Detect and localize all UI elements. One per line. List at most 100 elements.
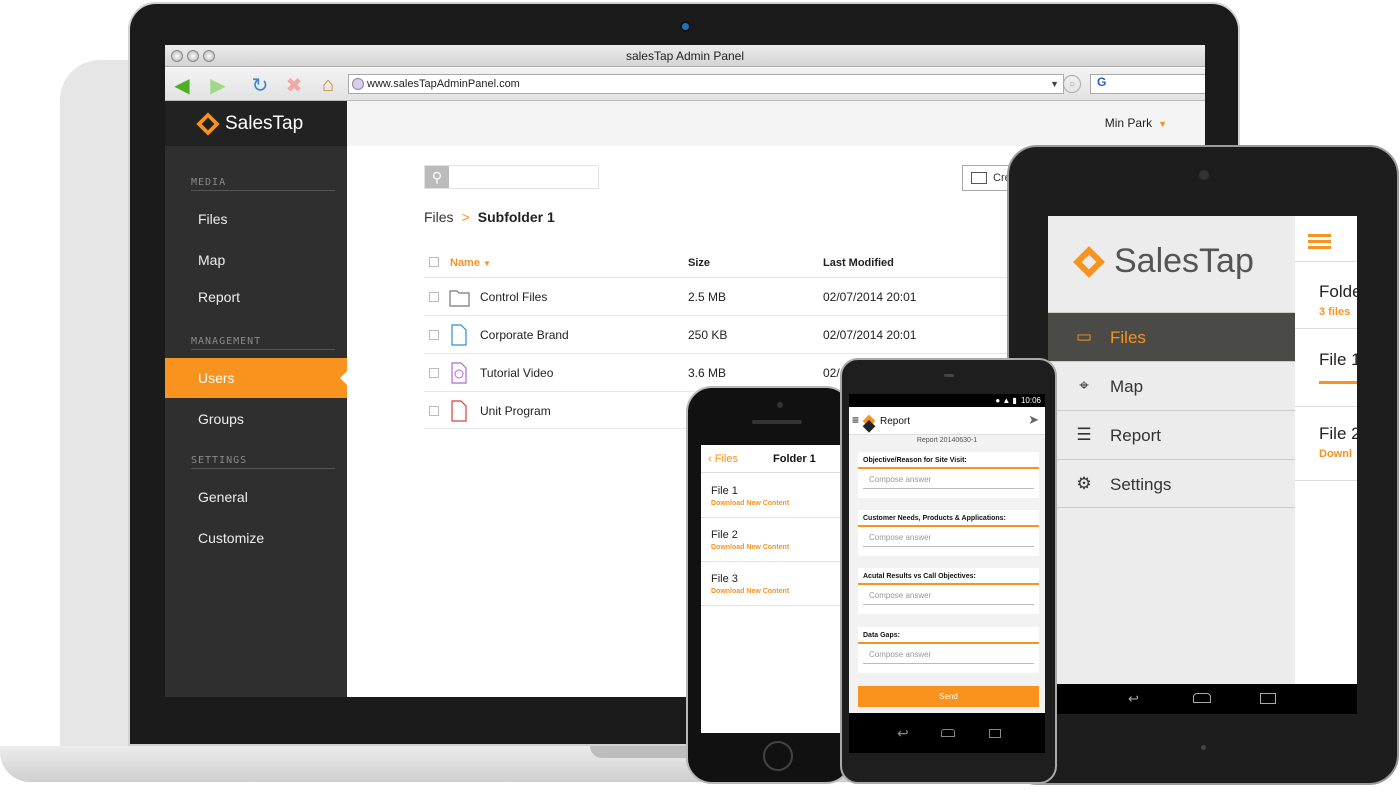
salestap-logo-icon [862,414,876,428]
tablet-item-title[interactable]: File 2 [1319,424,1357,444]
table-row[interactable]: Control Files 2.5 MB 02/07/2014 20:01 [424,277,1044,315]
search-input[interactable]: ⚲ [424,165,599,189]
hamburger-menu-icon[interactable]: ≡ [852,413,859,427]
home-icon[interactable]: ⌂ [315,72,341,98]
back-nav-icon[interactable]: ↩ [1128,691,1139,707]
back-nav-icon[interactable]: ↩ [897,725,909,742]
sidebar-item-report[interactable]: Report [165,277,347,317]
iphone-camera [777,402,783,408]
list-item[interactable]: File 3 Download New Content [701,562,840,606]
breadcrumb-root[interactable]: Files [424,209,454,225]
file-name: Unit Program [480,404,551,418]
sidebar-item-files[interactable]: Files [165,199,347,239]
android-title: Report [880,416,911,427]
recent-apps-icon[interactable] [1260,693,1276,704]
breadcrumb-separator: > [461,209,470,225]
file-modified: 02/07/2014 20:01 [823,290,917,304]
tablet-menu-settings[interactable]: ⚙ Settings [1048,459,1295,508]
close-window-button[interactable] [171,50,183,62]
section-label-settings: SETTINGS [191,455,335,469]
list-item[interactable]: File 1 Download New Content [701,474,840,518]
recent-apps-icon[interactable] [989,729,1001,738]
back-button[interactable]: ‹ Files [708,453,738,465]
user-menu[interactable]: Min Park ▼ [1105,116,1167,130]
download-link[interactable]: Download New Content [711,544,840,551]
report-id: Report 20140630-1 [916,437,978,444]
iphone-header: ‹ Files Folder 1 [701,445,840,473]
tablet-nav-bar: ↩ [1048,684,1357,714]
stop-icon[interactable]: ✖ [281,72,307,98]
address-bar-text: www.salesTapAdminPanel.com [367,78,520,90]
section-label-management: MANAGEMENT [191,336,335,350]
download-link[interactable]: Download New Content [711,588,840,595]
tablet-brand-name: SalesTap [1114,242,1254,280]
send-button[interactable]: Send [858,686,1039,707]
answer-input[interactable]: Compose answer [863,650,1034,664]
map-pin-icon: ⌖ [1079,376,1089,395]
row-checkbox[interactable] [429,406,439,416]
download-link[interactable]: Download New Content [711,500,840,507]
caret-down-icon: ▼ [1158,119,1167,129]
minimize-window-button[interactable] [187,50,199,62]
tablet-menu-files[interactable]: ▭ Files [1048,312,1295,361]
row-checkbox[interactable] [429,368,439,378]
tablet-sidebar: SalesTap ▭ Files ⌖ Map ☰ Report ⚙ Settings [1048,216,1295,684]
reload-icon[interactable]: ↻ [247,72,273,98]
iphone-home-button[interactable] [763,741,793,771]
zoom-window-button[interactable] [203,50,215,62]
answer-input[interactable]: Compose answer [863,533,1034,547]
answer-input[interactable]: Compose answer [863,591,1034,605]
question-card: Customer Needs, Products & Applications:… [858,510,1039,556]
sidebar-item-groups[interactable]: Groups [165,399,347,439]
window-title: salesTap Admin Panel [625,49,745,63]
iphone-title: Folder 1 [773,453,816,465]
row-checkbox[interactable] [429,330,439,340]
table-header: Name ▼ Size Last Modified [424,251,1044,277]
brand-name: SalesTap [225,112,304,134]
column-header-size[interactable]: Size [688,257,710,269]
file-modified: 02/ [823,366,840,380]
column-header-modified[interactable]: Last Modified [823,257,894,269]
folder-icon: ▭ [1075,327,1093,346]
list-item[interactable]: File 2 Download New Content [701,518,840,562]
android-speaker [944,374,954,377]
tablet-brand: SalesTap [1073,242,1254,281]
tablet-item-title[interactable]: File 1 [1319,350,1357,370]
tablet-menu-map[interactable]: ⌖ Map [1048,361,1295,410]
user-name: Min Park [1104,116,1153,130]
search-engine-box[interactable]: G [1090,74,1205,94]
home-nav-icon[interactable] [941,729,955,737]
tablet-item-subtitle[interactable]: Downl [1319,448,1352,460]
status-icons: ● ▲ ▮ [995,396,1017,405]
sidebar-item-map[interactable]: Map [165,240,347,280]
table-row[interactable]: Corporate Brand 250 KB 02/07/2014 20:01 [424,315,1044,353]
device-showcase: salesTap Admin Panel ◀ ▶ ↻ ✖ ⌂ www.sales… [0,0,1400,790]
question-card: Acutal Results vs Call Objectives: Compo… [858,568,1039,614]
home-nav-icon[interactable] [1193,693,1211,703]
search-icon[interactable]: ⚲ [425,166,449,188]
forward-arrow-icon[interactable]: ▶ [205,72,231,98]
answer-input[interactable]: Compose answer [863,475,1034,489]
browser-toolbar: ◀ ▶ ↻ ✖ ⌂ www.salesTapAdminPanel.com ▼ ○… [165,68,1205,101]
hamburger-menu-icon[interactable] [1308,234,1331,237]
rss-icon[interactable]: ○ [1063,75,1081,93]
sidebar-item-users[interactable]: Users [165,358,347,398]
tablet-item-title[interactable]: Folde [1319,282,1357,302]
file-size: 3.6 MB [688,366,727,380]
back-arrow-icon[interactable]: ◀ [169,72,195,98]
window-titlebar: salesTap Admin Panel [165,45,1205,67]
tablet-camera [1199,170,1209,180]
question-card: Data Gaps: Compose answer [858,627,1039,673]
sidebar-item-customize[interactable]: Customize [165,518,347,558]
send-icon[interactable]: ➤ [1028,412,1039,428]
brand-header: SalesTap [165,101,347,146]
sidebar-item-general[interactable]: General [165,477,347,517]
column-header-name[interactable]: Name ▼ [450,257,491,269]
address-bar[interactable]: www.salesTapAdminPanel.com ▼ [348,74,1064,94]
select-all-checkbox[interactable] [429,257,439,267]
tablet-menu-report[interactable]: ☰ Report [1048,410,1295,459]
chevron-down-icon[interactable]: ▼ [1050,75,1059,93]
admin-sidebar: SalesTap MEDIA Files Map Report MANAGEME… [165,101,347,697]
iphone-screen: ‹ Files Folder 1 File 1 Download New Con… [701,445,840,733]
row-checkbox[interactable] [429,292,439,302]
